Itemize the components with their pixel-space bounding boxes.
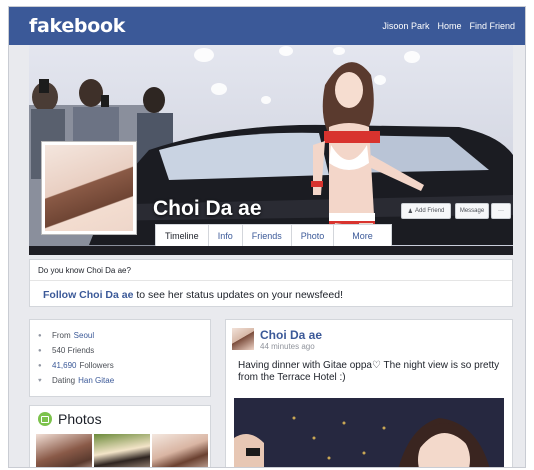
top-nav: Jisoon Park Home Find Friend	[382, 21, 515, 31]
more-options-icon: ···	[498, 208, 504, 214]
add-friend-label: Add Friend	[415, 208, 445, 214]
profile-picture-image	[45, 145, 133, 231]
info-followers: ● 41,690 Followers	[38, 358, 202, 373]
tab-photo[interactable]: Photo	[292, 225, 335, 247]
friends-icon: ●	[38, 347, 42, 354]
photos-title[interactable]: Photos	[58, 411, 102, 427]
photo-thumbnail[interactable]	[152, 434, 208, 467]
more-options-button[interactable]: ···	[491, 203, 511, 219]
tab-more[interactable]: More	[334, 225, 391, 247]
photos-box: Photos	[29, 405, 211, 467]
post-author-avatar[interactable]	[232, 328, 254, 350]
follow-prompt: Follow Choi Da ae to see her status upda…	[43, 289, 343, 301]
know-box-title: Do you know Choi Da ae?	[38, 266, 131, 275]
add-friend-button[interactable]: ♟ Add Friend	[401, 203, 451, 219]
info-dating-label: Dating	[52, 376, 76, 385]
photos-icon	[38, 412, 52, 426]
info-dating-link[interactable]: Han Gitae	[78, 376, 114, 385]
info-from-link[interactable]: Seoul	[74, 331, 94, 340]
follow-prompt-text: to see her status updates on your newsfe…	[133, 289, 343, 301]
profile-tabs: Timeline Info Friends Photo More	[155, 224, 392, 247]
post-author-name[interactable]: Choi Da ae	[260, 328, 322, 342]
cover-bottom-strip	[29, 246, 513, 255]
post-timestamp[interactable]: 44 minutes ago	[260, 342, 315, 351]
know-box: Do you know Choi Da ae? Follow Choi Da a…	[29, 259, 513, 307]
info-from: ● From Seoul	[38, 328, 202, 343]
message-label: Message	[459, 208, 485, 214]
nav-home-link[interactable]: Home	[437, 21, 461, 31]
know-box-divider	[30, 280, 512, 281]
info-from-label: From	[52, 331, 71, 340]
intro-box: ● From Seoul ● 540 Friends ● 41,690 Foll…	[29, 319, 211, 397]
nav-user-link[interactable]: Jisoon Park	[382, 21, 429, 31]
top-bar: fakebook Jisoon Park Home Find Friend	[9, 7, 525, 45]
photos-header: Photos	[38, 411, 102, 427]
follow-link[interactable]: Follow Choi Da ae	[43, 289, 133, 301]
profile-name: Choi Da ae	[153, 197, 262, 220]
add-friend-icon: ♟	[407, 208, 414, 215]
heart-icon: ♥	[38, 377, 42, 384]
info-friends: ● 540 Friends	[38, 343, 202, 358]
info-followers-label: Followers	[79, 361, 114, 370]
photo-thumbnail[interactable]	[36, 434, 92, 467]
page-frame: fakebook Jisoon Park Home Find Friend Ch…	[8, 6, 526, 468]
rss-icon: ●	[38, 362, 42, 369]
post-text: Having dinner with Gitae oppa♡ The night…	[238, 360, 500, 383]
info-friends-text[interactable]: 540 Friends	[52, 346, 94, 355]
cover-photo: Choi Da ae ♟ Add Friend Message ··· Time…	[29, 45, 513, 255]
nav-find-friend-link[interactable]: Find Friend	[469, 21, 515, 31]
site-logo[interactable]: fakebook	[29, 15, 125, 37]
post-photo-illustration	[234, 398, 504, 467]
photo-thumbnail[interactable]	[94, 434, 150, 467]
timeline-post: Choi Da ae 44 minutes ago Having dinner …	[225, 319, 513, 467]
tab-info[interactable]: Info	[209, 225, 243, 247]
info-followers-count[interactable]: 41,690	[52, 361, 76, 370]
profile-picture[interactable]	[41, 141, 137, 235]
message-button[interactable]: Message	[455, 203, 489, 219]
tab-timeline[interactable]: Timeline	[156, 225, 209, 247]
post-photo[interactable]	[234, 398, 504, 467]
tab-friends[interactable]: Friends	[243, 225, 292, 247]
info-dating: ♥ Dating Han Gitae	[38, 373, 202, 388]
location-pin-icon: ●	[38, 332, 42, 339]
